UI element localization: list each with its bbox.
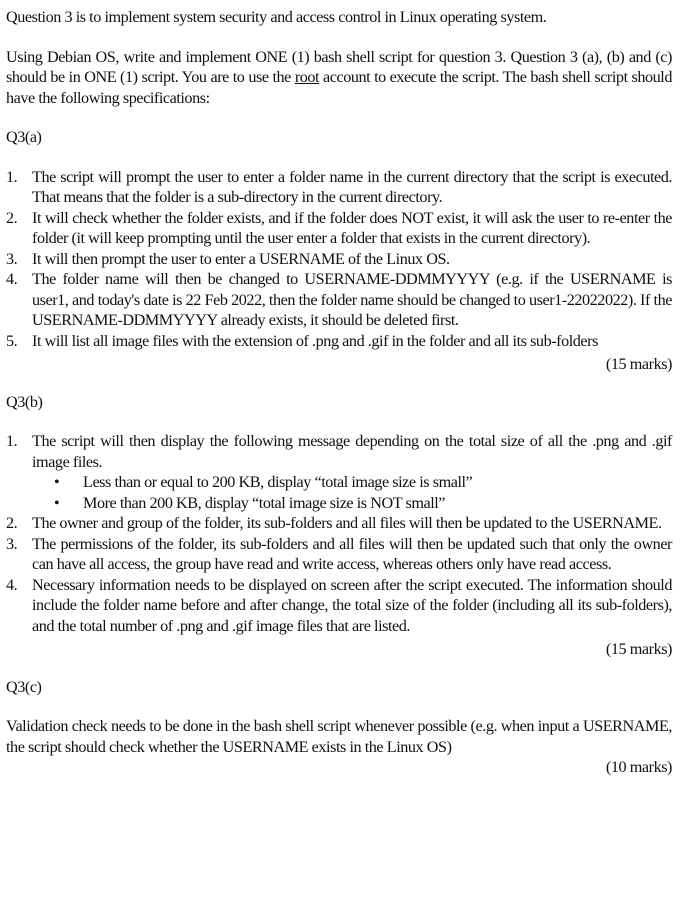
bullet-icon: • xyxy=(54,473,60,491)
bullet-text: Less than or equal to 200 KB, display “t… xyxy=(83,473,473,491)
bullet-item: • Less than or equal to 200 KB, display “… xyxy=(54,472,672,493)
item-number: 3. xyxy=(6,534,18,553)
item-text: The folder name will then be changed to … xyxy=(32,270,672,329)
root-account-underlined: root xyxy=(294,68,320,86)
list-item: 2. The owner and group of the folder, its… xyxy=(6,513,672,534)
item-text: The script will then display the followi… xyxy=(32,432,672,471)
q3a-marks: (15 marks) xyxy=(605,355,673,373)
q3a-requirements-list: 1. The script will prompt the user to ent… xyxy=(6,167,672,352)
item-text: The script will prompt the user to enter… xyxy=(32,167,672,207)
q3b-marks: (15 marks) xyxy=(605,640,673,658)
item-number: 2. xyxy=(6,514,18,532)
list-item: 4. The folder name will then be changed t… xyxy=(6,269,672,331)
item-text: The permissions of the folder, its sub-f… xyxy=(32,534,672,574)
item-text: It will then prompt the user to enter a … xyxy=(32,249,450,268)
section-heading-q3c: Q3(c) xyxy=(6,677,42,696)
item-text: It will check whether the folder exists,… xyxy=(32,208,672,248)
item-number: 5. xyxy=(6,331,18,350)
specification-paragraph: Using Debian OS, write and implement ONE… xyxy=(6,47,672,109)
q3b-requirements-list: 1. The script will then display the follo… xyxy=(6,431,672,636)
item-number: 1. xyxy=(6,167,18,186)
size-message-bullets: • Less than or equal to 200 KB, display “… xyxy=(32,472,672,513)
item-number: 4. xyxy=(6,270,18,288)
list-item: 4. Necessary information needs to be disp… xyxy=(6,575,672,637)
q3c-marks: (10 marks) xyxy=(605,758,673,776)
item-text: The owner and group of the folder, its s… xyxy=(32,514,662,532)
question-intro: Question 3 is to implement system securi… xyxy=(6,8,547,26)
item-text: Necessary information needs to be displa… xyxy=(32,575,672,635)
bullet-text: More than 200 KB, display “total image s… xyxy=(83,493,446,512)
item-number: 4. xyxy=(6,575,18,594)
question-document: Question 3 is to implement system securi… xyxy=(0,0,680,778)
item-number: 3. xyxy=(6,249,18,268)
list-item: 2. It will check whether the folder exist… xyxy=(6,208,672,249)
q3c-validation-text: Validation check needs to be done in the… xyxy=(6,717,672,756)
bullet-icon: • xyxy=(54,493,60,512)
list-item: 1. The script will then display the follo… xyxy=(6,431,672,513)
section-heading-q3a: Q3(a) xyxy=(6,128,42,146)
item-text: It will list all image files with the ex… xyxy=(32,331,598,350)
list-item: 3. It will then prompt the user to enter … xyxy=(6,249,672,270)
bullet-item: • More than 200 KB, display “total image … xyxy=(54,493,672,514)
list-item: 1. The script will prompt the user to ent… xyxy=(6,167,672,208)
list-item: 3. The permissions of the folder, its sub… xyxy=(6,534,672,575)
section-heading-q3b: Q3(b) xyxy=(6,392,43,411)
item-number: 2. xyxy=(6,208,18,227)
item-number: 1. xyxy=(6,432,18,450)
list-item: 5. It will list all image files with the … xyxy=(6,331,672,352)
